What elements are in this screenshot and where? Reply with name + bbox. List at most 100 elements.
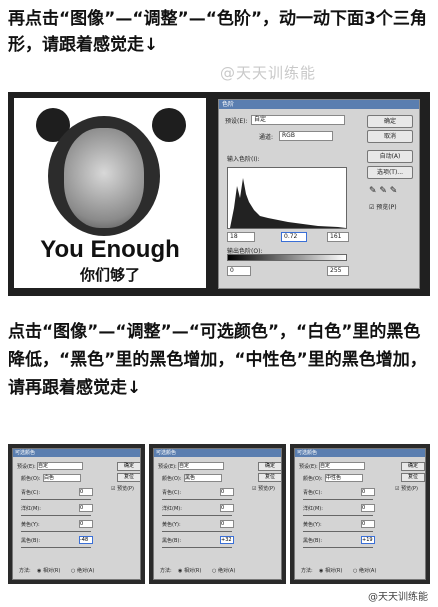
dialog-title: 可选颜色 [13, 449, 140, 457]
ok-button[interactable]: 确定 [367, 115, 413, 128]
preview-label: 预览(P) [376, 204, 397, 211]
relative-radio[interactable]: ◉ 相对(R) [37, 567, 60, 574]
magenta-value[interactable]: 0 [79, 504, 93, 512]
channel-label: 通道: [259, 134, 274, 141]
selective-color-dialog-2: 可选颜色 预设(E): 自定 颜色(O): 黑色 青色(C): 0 洋红(M):… [153, 448, 282, 580]
yellow-label: 黄色(Y): [303, 522, 322, 528]
yellow-label: 黄色(Y): [21, 522, 40, 528]
magenta-slider[interactable] [21, 515, 91, 516]
footer-watermark: @天天训练能 [368, 592, 428, 603]
preset-label: 预设(E): [158, 464, 177, 470]
magenta-slider[interactable] [162, 515, 232, 516]
cyan-value[interactable]: 0 [361, 488, 375, 496]
yellow-value[interactable]: 0 [361, 520, 375, 528]
relative-radio[interactable]: ◉ 相对(R) [178, 567, 201, 574]
face-photo [64, 128, 144, 228]
preset-select[interactable]: 自定 [251, 115, 345, 125]
preset-select[interactable]: 自定 [319, 462, 365, 470]
cyan-slider[interactable] [303, 499, 373, 500]
yellow-slider[interactable] [303, 531, 373, 532]
meme-image: You Enough 你们够了 [14, 98, 206, 288]
preview-checkbox[interactable]: ☑ 预览(P) [252, 485, 275, 492]
preset-label: 预设(E): [17, 464, 36, 470]
input-gamma[interactable]: 0.72 [281, 232, 307, 242]
cyan-value[interactable]: 0 [220, 488, 234, 496]
black-slider[interactable] [303, 547, 373, 548]
reset-button[interactable]: 复位 [401, 473, 425, 482]
ok-button[interactable]: 确定 [117, 462, 141, 471]
black-value[interactable]: +32 [220, 536, 234, 544]
preview-label: 预览(P) [117, 486, 134, 492]
reset-button[interactable]: 复位 [258, 473, 282, 482]
method-label: 方法: [160, 568, 172, 574]
reset-button[interactable]: 复位 [117, 473, 141, 482]
relative-radio[interactable]: ◉ 相对(R) [319, 567, 342, 574]
black-label: 黑色(B): [303, 538, 323, 544]
black-slider[interactable] [21, 547, 91, 548]
colors-label: 颜色(O): [303, 476, 323, 482]
preset-label: 预设(E): [225, 118, 248, 125]
black-value[interactable]: +19 [361, 536, 375, 544]
cyan-label: 青色(C): [162, 490, 182, 496]
magenta-slider[interactable] [303, 515, 373, 516]
bear-ear-right [152, 108, 186, 142]
preview-checkbox[interactable]: ☑ 预览(P) [395, 485, 418, 492]
ok-button[interactable]: 确定 [401, 462, 425, 471]
yellow-label: 黄色(Y): [162, 522, 181, 528]
preset-select[interactable]: 自定 [37, 462, 83, 470]
cyan-slider[interactable] [21, 499, 91, 500]
output-black[interactable]: 0 [227, 266, 251, 276]
yellow-value[interactable]: 0 [220, 520, 234, 528]
black-slider[interactable] [162, 547, 232, 548]
ok-button[interactable]: 确定 [258, 462, 282, 471]
levels-dialog-title: 色阶 [219, 100, 419, 109]
input-black[interactable]: 18 [227, 232, 255, 242]
cyan-label: 青色(C): [303, 490, 323, 496]
yellow-slider[interactable] [162, 531, 232, 532]
preview-label: 预览(P) [401, 486, 418, 492]
absolute-radio[interactable]: ○ 绝对(A) [353, 567, 376, 574]
selective-color-dialog-3: 可选颜色 预设(E): 自定 颜色(O): 中性色 青色(C): 0 洋红(M)… [294, 448, 426, 580]
intro-text: 再点击“图像”—“调整”—“色阶”，动一动下面3个三角形，请跟着感觉走↓ [8, 9, 427, 55]
levels-dialog: 色阶 预设(E): 自定 通道: RGB 输入色阶(I): 18 0.72 16… [218, 99, 420, 289]
absolute-label: 绝对(A) [217, 568, 236, 574]
dialog-title: 可选颜色 [154, 449, 281, 457]
colors-label: 颜色(O): [162, 476, 182, 482]
yellow-value[interactable]: 0 [79, 520, 93, 528]
magenta-label: 洋红(M): [162, 506, 182, 512]
relative-label: 相对(R) [183, 568, 202, 574]
magenta-label: 洋红(M): [21, 506, 41, 512]
black-label: 黑色(B): [162, 538, 182, 544]
auto-button[interactable]: 自动(A) [367, 150, 413, 163]
absolute-radio[interactable]: ○ 绝对(A) [212, 567, 235, 574]
channel-select[interactable]: RGB [279, 131, 333, 141]
magenta-value[interactable]: 0 [220, 504, 234, 512]
preset-label: 预设(E): [299, 464, 318, 470]
dialog-title: 可选颜色 [295, 449, 425, 457]
eyedropper-icons[interactable]: ✎ ✎ ✎ [369, 186, 397, 196]
selective-color-shot-3: 可选颜色 预设(E): 自定 颜色(O): 中性色 青色(C): 0 洋红(M)… [290, 444, 430, 584]
preset-select[interactable]: 自定 [178, 462, 224, 470]
yellow-slider[interactable] [21, 531, 91, 532]
absolute-radio[interactable]: ○ 绝对(A) [71, 567, 94, 574]
meme-face [48, 116, 160, 236]
preview-checkbox[interactable]: ☑ 预览(P) [369, 202, 397, 211]
black-value[interactable]: -48 [79, 536, 93, 544]
cancel-button[interactable]: 取消 [367, 130, 413, 143]
output-white[interactable]: 255 [327, 266, 349, 276]
histogram-graph [230, 178, 346, 228]
preview-checkbox[interactable]: ☑ 预览(P) [111, 485, 134, 492]
cyan-value[interactable]: 0 [79, 488, 93, 496]
magenta-value[interactable]: 0 [361, 504, 375, 512]
options-button[interactable]: 选项(T)... [367, 166, 413, 179]
colors-select[interactable]: 白色 [43, 474, 81, 482]
colors-select[interactable]: 黑色 [184, 474, 222, 482]
intro2-text: 点击“图像”—“调整”—“可选颜色”，“白色”里的黑色降低，“黑色”里的黑色增加… [8, 322, 427, 398]
histogram [227, 167, 347, 229]
colors-label: 颜色(O): [21, 476, 41, 482]
cyan-slider[interactable] [162, 499, 232, 500]
input-white[interactable]: 161 [327, 232, 349, 242]
colors-select[interactable]: 中性色 [325, 474, 363, 482]
cyan-label: 青色(C): [21, 490, 41, 496]
selective-color-shot-1: 可选颜色 预设(E): 自定 颜色(O): 白色 青色(C): 0 洋红(M):… [8, 444, 145, 584]
